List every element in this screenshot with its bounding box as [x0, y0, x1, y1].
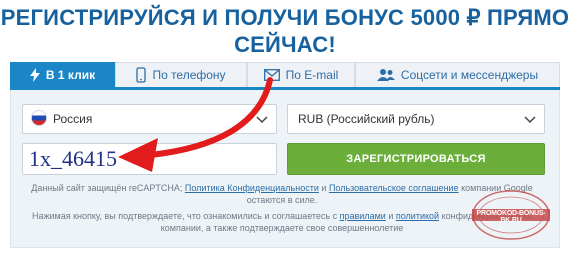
terms-link[interactable]: Пользовательское соглашение: [329, 183, 459, 193]
promo-code-field[interactable]: 1x_46415: [22, 143, 277, 175]
phone-icon: [136, 67, 147, 83]
privacy-policy-link[interactable]: Политика Конфиденциальности: [185, 183, 319, 193]
tab-label: По телефону: [152, 68, 226, 82]
currency-value: RUB (Российский рубль): [298, 112, 435, 126]
chevron-down-icon: [524, 113, 536, 128]
lightning-icon: [29, 68, 40, 82]
policy-link[interactable]: политикой: [396, 211, 439, 221]
tab-socials[interactable]: Соцсети и мессенджеры: [355, 62, 560, 87]
register-button-label: ЗАРЕГИСТРИРОВАТЬСЯ: [346, 153, 486, 165]
tab-label: В 1 клик: [45, 68, 96, 82]
page-headline: РЕГИСТРИРУЙСЯ И ПОЛУЧИ БОНУС 5000 ₽ ПРЯМ…: [0, 4, 570, 58]
people-icon: [376, 68, 395, 82]
consent-and: и: [388, 211, 394, 221]
promo-code-value: 1x_46415: [29, 146, 117, 171]
register-button[interactable]: ЗАРЕГИСТРИРОВАТЬСЯ: [287, 143, 545, 175]
currency-select[interactable]: RUB (Российский рубль): [287, 104, 545, 134]
rules-link[interactable]: правилами: [340, 211, 386, 221]
recaptcha-and: и: [321, 183, 327, 193]
country-value: Россия: [53, 112, 93, 126]
chevron-down-icon: [256, 113, 268, 128]
registration-tabs: В 1 клик По телефону По E-mail Соцсети и…: [10, 62, 560, 90]
tab-label: По E-mail: [285, 68, 339, 82]
tab-phone[interactable]: По телефону: [115, 62, 247, 87]
recaptcha-notice: Данный сайт защищён reCAPTCHA; Политика …: [22, 182, 542, 206]
headline-line-1: РЕГИСТРИРУЙСЯ И ПОЛУЧИ БОНУС 5000 ₽ ПРЯМ…: [0, 5, 570, 30]
consent-notice: Нажимая кнопку, вы подтверждаете, что оз…: [22, 210, 542, 234]
country-select[interactable]: Россия: [22, 104, 277, 134]
recaptcha-prefix: Данный сайт защищён reCAPTCHA;: [31, 183, 183, 193]
tab-label: Соцсети и мессенджеры: [400, 68, 539, 82]
consent-prefix: Нажимая кнопку, вы подтверждаете, что оз…: [31, 211, 338, 221]
envelope-icon: [263, 69, 280, 81]
russia-flag-icon: [31, 109, 47, 129]
tab-one-click[interactable]: В 1 клик: [10, 62, 115, 87]
tab-email[interactable]: По E-mail: [247, 62, 355, 87]
headline-line-2: СЕЙЧАС!: [234, 32, 336, 57]
